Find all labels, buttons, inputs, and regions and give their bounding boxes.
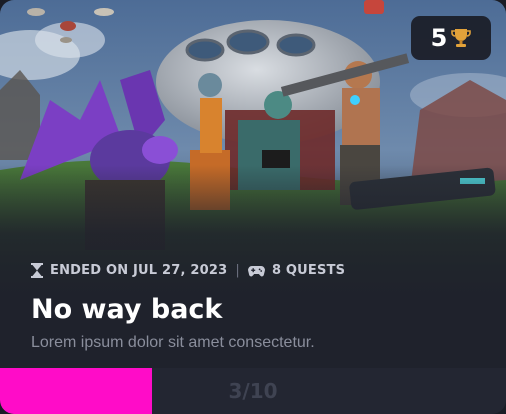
meta-separator: | — [235, 263, 240, 278]
hourglass-icon — [31, 263, 43, 278]
progress-label: 3/10 — [228, 379, 278, 403]
quest-description: Lorem ipsum dolor sit amet consectetur. — [31, 334, 315, 351]
gamepad-icon — [248, 265, 265, 277]
trophy-badge: 5 — [411, 16, 491, 60]
ended-date: ENDED ON JUL 27, 2023 — [50, 263, 228, 278]
quest-title: No way back — [31, 294, 223, 325]
trophy-icon — [451, 27, 472, 49]
quest-meta: ENDED ON JUL 27, 2023 | 8 QUESTS — [31, 263, 345, 278]
trophy-count: 5 — [430, 24, 448, 52]
quest-progress-bar: 3/10 — [0, 368, 506, 414]
quest-count: 8 QUESTS — [271, 263, 346, 278]
quest-card[interactable]: 5 ENDED ON JUL 27, 2023 | 8 QUESTS No wa… — [0, 0, 506, 414]
